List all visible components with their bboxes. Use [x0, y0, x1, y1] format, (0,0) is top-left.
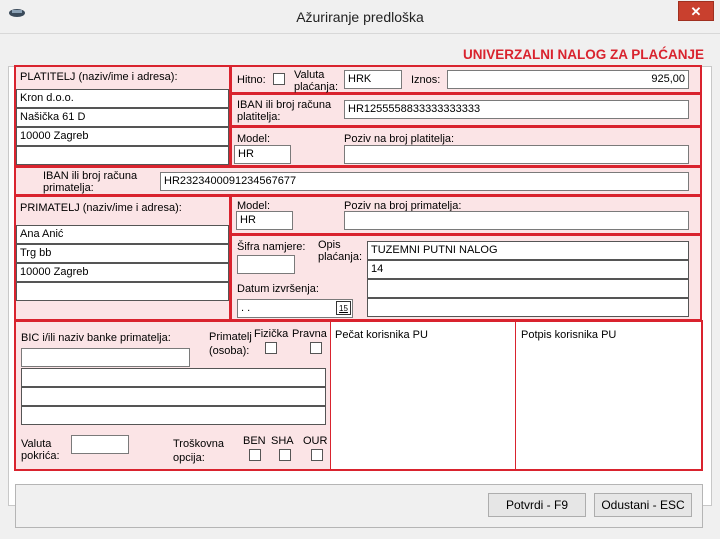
- bic-label: BIC i/ili naziv banke primatelja:: [21, 332, 171, 344]
- payer-iban-input[interactable]: HR1255558833333333333: [344, 100, 689, 119]
- cover-currency-label-1: Valuta: [21, 438, 52, 450]
- ben-label: BEN: [243, 435, 266, 447]
- payer-ref-label: Poziv na broj platitelja:: [344, 133, 455, 145]
- stamp-signature-divider: [515, 322, 516, 471]
- confirm-button[interactable]: Potvrdi - F9: [488, 493, 586, 517]
- execution-date-label: Datum izvršenja:: [237, 283, 319, 295]
- legal-person-label: Pravna: [292, 328, 327, 340]
- recipient-label: PRIMATELJ (naziv/ime i adresa):: [20, 202, 182, 214]
- payer-model-label: Model:: [237, 133, 271, 145]
- description-line-4[interactable]: [367, 298, 689, 317]
- recipient-person-label-1: Primatelj: [209, 331, 252, 343]
- bank-line-1[interactable]: [21, 368, 326, 387]
- sha-label: SHA: [271, 435, 294, 447]
- description-line-3[interactable]: [367, 279, 689, 298]
- purpose-code-label: Šifra namjere:: [237, 241, 306, 253]
- recipient-model-input[interactable]: HR: [236, 211, 293, 230]
- currency-label-1: Valuta: [294, 69, 325, 81]
- recipient-iban-section: IBAN ili broj računa primatelja: HR23234…: [14, 166, 702, 196]
- stamp-signature-area: Pečat korisnika PU Potpis korisnika PU: [331, 320, 703, 471]
- stamp-label: Pečat korisnika PU: [335, 329, 428, 341]
- recipient-person-label-2: (osoba):: [209, 345, 250, 357]
- cover-currency-input[interactable]: [71, 435, 129, 454]
- recipient-ref-input[interactable]: [344, 211, 689, 230]
- bank-line-2[interactable]: [21, 387, 326, 406]
- amount-section: Hitno: Valuta plaćanja: HRK Iznos: 925,0…: [230, 65, 702, 94]
- cost-option-label-1: Troškovna: [173, 438, 224, 450]
- description-label-1: Opis: [318, 239, 341, 251]
- cost-option-label-2: opcija:: [173, 452, 205, 464]
- title-bar: Ažuriranje predloška ✕: [0, 0, 720, 34]
- our-checkbox[interactable]: [311, 449, 323, 461]
- payer-label: PLATITELJ (naziv/ime i adresa):: [20, 71, 178, 83]
- payer-iban-section: IBAN ili broj računa platitelja: HR12555…: [230, 93, 702, 127]
- physical-person-checkbox[interactable]: [265, 342, 277, 354]
- physical-person-label: Fizička: [254, 328, 289, 340]
- payer-line-4[interactable]: [16, 146, 229, 165]
- urgent-label: Hitno:: [237, 74, 266, 86]
- cancel-button[interactable]: Odustani - ESC: [594, 493, 692, 517]
- payer-line-1[interactable]: Kron d.o.o.: [16, 89, 229, 108]
- cover-currency-label-2: pokrića:: [21, 450, 60, 462]
- purpose-code-input[interactable]: [237, 255, 295, 274]
- bank-line-3[interactable]: [21, 406, 326, 425]
- payer-line-2[interactable]: Našička 61 D: [16, 108, 229, 127]
- payer-iban-label-2: platitelja:: [237, 111, 281, 123]
- recipient-iban-input[interactable]: HR2323400091234567677: [160, 172, 689, 191]
- recipient-section: PRIMATELJ (naziv/ime i adresa): Ana Anić…: [14, 195, 231, 321]
- currency-label-2: plaćanja:: [294, 81, 339, 93]
- recipient-reference-section: Model: HR Poziv na broj primatelja:: [230, 195, 702, 235]
- description-line-1[interactable]: TUZEMNI PUTNI NALOG: [367, 241, 689, 260]
- description-line-2[interactable]: 14: [367, 260, 689, 279]
- signature-label: Potpis korisnika PU: [521, 329, 617, 341]
- recipient-line-4[interactable]: [16, 282, 229, 301]
- sha-checkbox[interactable]: [279, 449, 291, 461]
- recipient-line-2[interactable]: Trg bb: [16, 244, 229, 263]
- payer-ref-input[interactable]: [344, 145, 689, 164]
- amount-label: Iznos:: [411, 74, 441, 86]
- bic-input[interactable]: [21, 348, 190, 367]
- calendar-icon[interactable]: 15: [336, 301, 351, 315]
- legal-person-checkbox[interactable]: [310, 342, 322, 354]
- recipient-iban-label-2: primatelja:: [43, 182, 94, 194]
- button-bar: Potvrdi - F9 Odustani - ESC: [15, 484, 703, 528]
- ben-checkbox[interactable]: [249, 449, 261, 461]
- payer-iban-label-1: IBAN ili broj računa: [237, 99, 332, 111]
- recipient-line-1[interactable]: Ana Anić: [16, 225, 229, 244]
- payer-model-input[interactable]: HR: [234, 145, 291, 164]
- currency-input[interactable]: HRK: [344, 70, 402, 89]
- payer-line-3[interactable]: 10000 Zagreb: [16, 127, 229, 146]
- recipient-iban-label-1: IBAN ili broj računa: [43, 170, 138, 182]
- our-label: OUR: [303, 435, 328, 447]
- payer-reference-section: Model: HR Poziv na broj platitelja:: [230, 126, 702, 167]
- description-label-2: plaćanja:: [318, 251, 363, 263]
- close-button[interactable]: ✕: [678, 1, 714, 21]
- purpose-section: Šifra namjere: Opis plaćanja: TUZEMNI PU…: [230, 234, 702, 321]
- urgent-checkbox[interactable]: [273, 73, 285, 85]
- window-title: Ažuriranje predloška: [296, 9, 424, 25]
- amount-input[interactable]: 925,00: [447, 70, 689, 89]
- bank-section: BIC i/ili naziv banke primatelja: Primat…: [14, 320, 332, 471]
- recipient-line-3[interactable]: 10000 Zagreb: [16, 263, 229, 282]
- payer-section: PLATITELJ (naziv/ime i adresa): Kron d.o…: [14, 65, 231, 167]
- form-heading: UNIVERZALNI NALOG ZA PLAĆANJE: [462, 47, 704, 62]
